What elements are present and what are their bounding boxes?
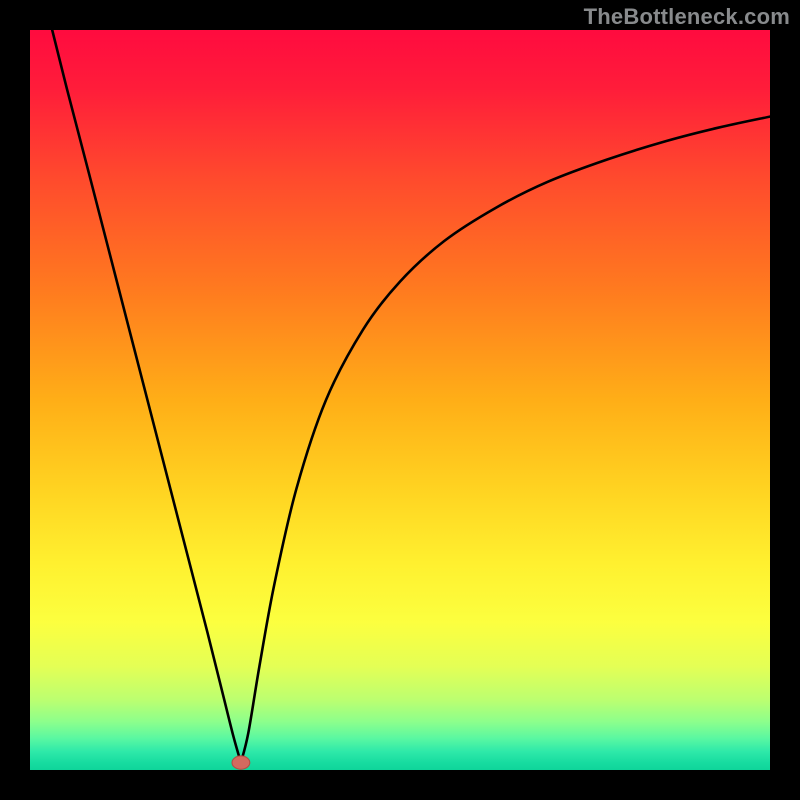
minimum-marker	[232, 756, 250, 769]
gradient-background	[30, 30, 770, 770]
chart-frame: TheBottleneck.com	[0, 0, 800, 800]
watermark-text: TheBottleneck.com	[584, 4, 790, 30]
plot-area	[30, 30, 770, 770]
chart-svg	[30, 30, 770, 770]
